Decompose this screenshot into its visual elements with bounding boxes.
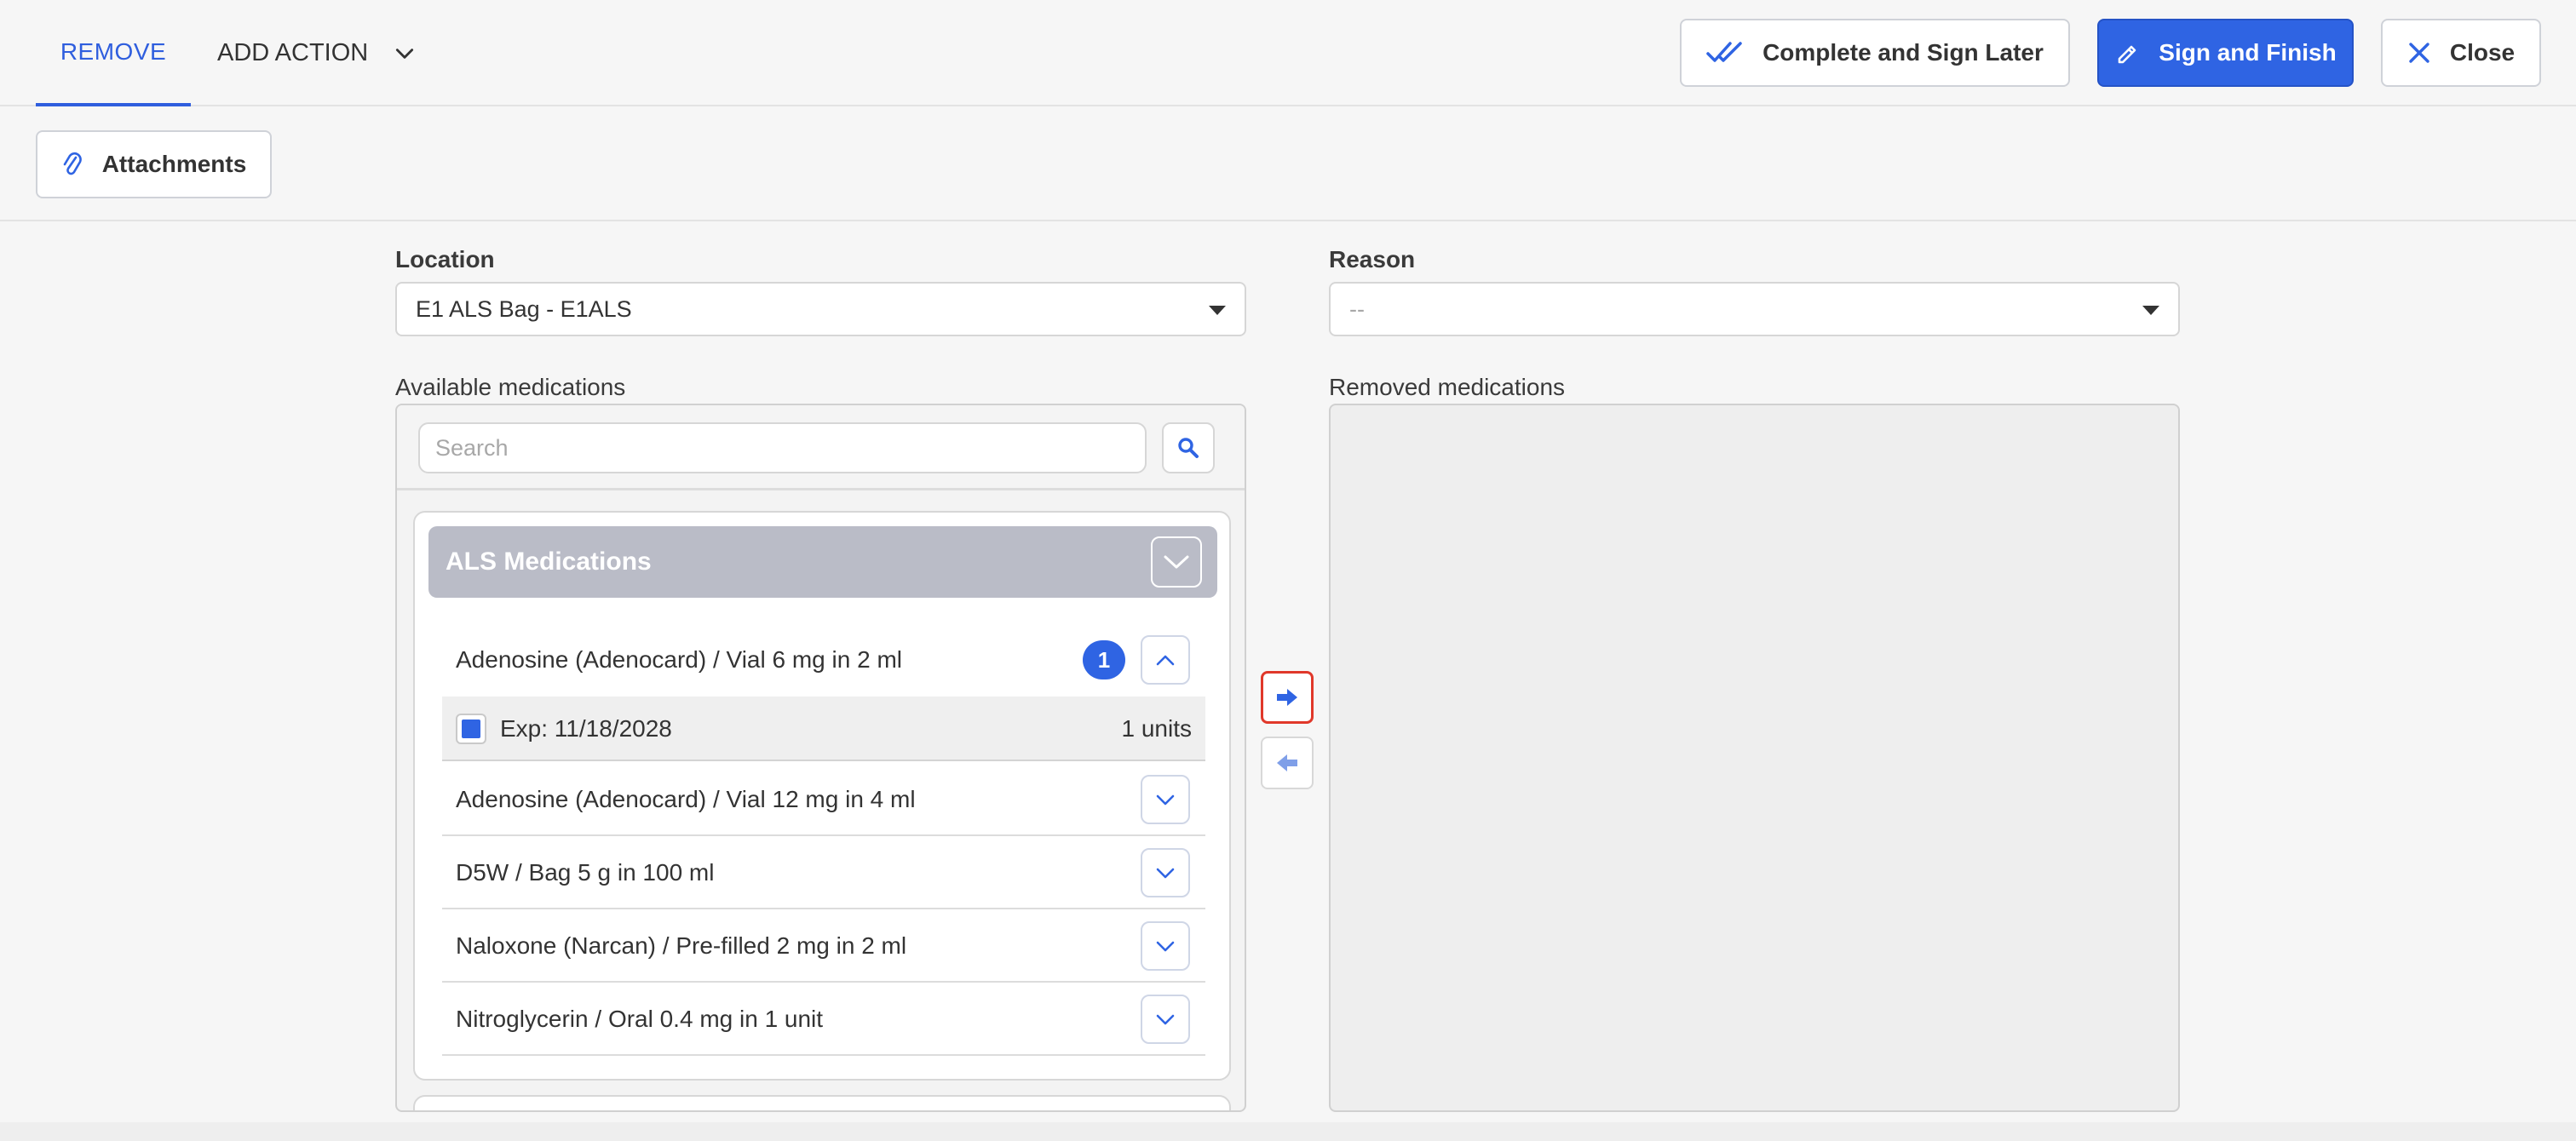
medication-row[interactable]: Naloxone (Narcan) / Pre-filled 2 mg in 2… [442, 909, 1205, 983]
double-check-icon [1706, 42, 1742, 62]
selected-count-badge: 1 [1083, 640, 1125, 679]
lot-checkbox[interactable] [456, 714, 486, 744]
close-label: Close [2449, 39, 2516, 66]
medication-name: Naloxone (Narcan) / Pre-filled 2 mg in 2… [456, 932, 907, 959]
row-collapse-toggle[interactable] [1141, 635, 1190, 685]
row-expand-toggle[interactable] [1141, 775, 1190, 824]
caret-down-icon [1209, 306, 1226, 315]
move-to-available-button[interactable] [1261, 737, 1314, 789]
attachments-label: Attachments [101, 151, 247, 177]
add-action-dropdown[interactable]: ADD ACTION [217, 0, 416, 106]
chevron-down-icon [1156, 1014, 1175, 1025]
removed-medications-label: Removed medications [1329, 374, 1566, 400]
top-bar: REMOVE ADD ACTION Complete and Sign Late… [0, 0, 2576, 106]
search-button[interactable] [1162, 422, 1215, 473]
lot-row: Exp: 11/18/2028 1 units [442, 697, 1205, 761]
chevron-down-icon [1156, 794, 1175, 806]
medication-row[interactable]: Adenosine (Adenocard) / Vial 6 mg in 2 m… [442, 623, 1205, 697]
complete-sign-later-label: Complete and Sign Later [1762, 39, 2044, 66]
chevron-down-icon [1156, 868, 1175, 879]
location-value: E1 ALS Bag - E1ALS [416, 295, 632, 322]
bottom-strip [0, 1122, 2576, 1141]
medication-row[interactable]: D5W / Bag 5 g in 100 ml [442, 836, 1205, 909]
arrow-left-icon [1277, 754, 1297, 771]
tab-remove[interactable]: REMOVE [36, 0, 191, 106]
search-input[interactable] [418, 422, 1147, 473]
attachments-bar: Attachments [0, 106, 2576, 221]
checkbox-fill [462, 720, 480, 738]
medication-name: Adenosine (Adenocard) / Vial 12 mg in 4 … [456, 786, 916, 812]
medication-name: D5W / Bag 5 g in 100 ml [456, 859, 715, 886]
lot-units: 1 units [1121, 715, 1193, 742]
close-button[interactable]: Close [2381, 19, 2541, 87]
group-title: ALS Medications [446, 548, 652, 576]
close-icon [2409, 43, 2429, 63]
search-row [397, 405, 1245, 490]
complete-sign-later-button[interactable]: Complete and Sign Later [1680, 19, 2070, 87]
chevron-up-icon [1156, 655, 1175, 666]
location-label: Location [395, 246, 495, 272]
caret-down-icon [2142, 306, 2159, 315]
medication-row[interactable]: Nitroglycerin / Oral 0.4 mg in 1 unit [442, 983, 1205, 1056]
lot-expiration: Exp: 11/18/2028 [500, 715, 672, 742]
removed-medications-panel [1329, 404, 2180, 1112]
reason-value: -- [1349, 295, 1365, 322]
search-icon [1178, 438, 1199, 458]
medication-name: Nitroglycerin / Oral 0.4 mg in 1 unit [456, 1006, 824, 1032]
reason-label: Reason [1329, 246, 1416, 272]
add-action-label: ADD ACTION [217, 39, 369, 66]
move-to-removed-button[interactable] [1261, 671, 1314, 724]
attachments-button[interactable]: Attachments [36, 130, 272, 198]
row-expand-toggle[interactable] [1141, 921, 1190, 971]
sign-and-finish-label: Sign and Finish [2159, 39, 2337, 66]
row-expand-toggle[interactable] [1141, 848, 1190, 897]
arrow-right-icon [1277, 689, 1297, 706]
medication-row[interactable]: Adenosine (Adenocard) / Vial 12 mg in 4 … [442, 763, 1205, 836]
chevron-down-icon [1164, 555, 1189, 569]
sign-and-finish-button[interactable]: Sign and Finish [2097, 19, 2354, 87]
location-select[interactable]: E1 ALS Bag - E1ALS [395, 282, 1246, 336]
chevron-down-icon [1156, 941, 1175, 952]
medication-group-card: ALS Medications Adenosine (Adenocard) / … [413, 511, 1231, 1081]
row-expand-toggle[interactable] [1141, 995, 1190, 1044]
available-medications-panel: ALS Medications Adenosine (Adenocard) / … [395, 404, 1246, 1112]
paperclip-icon [63, 152, 82, 175]
available-medications-label: Available medications [395, 374, 626, 400]
medication-name: Adenosine (Adenocard) / Vial 6 mg in 2 m… [456, 646, 902, 673]
next-group-card [413, 1095, 1231, 1110]
pen-icon [2118, 45, 2136, 64]
group-header-als[interactable]: ALS Medications [428, 526, 1217, 598]
reason-select[interactable]: -- [1329, 282, 2180, 336]
chevron-down-icon [396, 48, 414, 59]
group-collapse-toggle[interactable] [1151, 536, 1202, 588]
